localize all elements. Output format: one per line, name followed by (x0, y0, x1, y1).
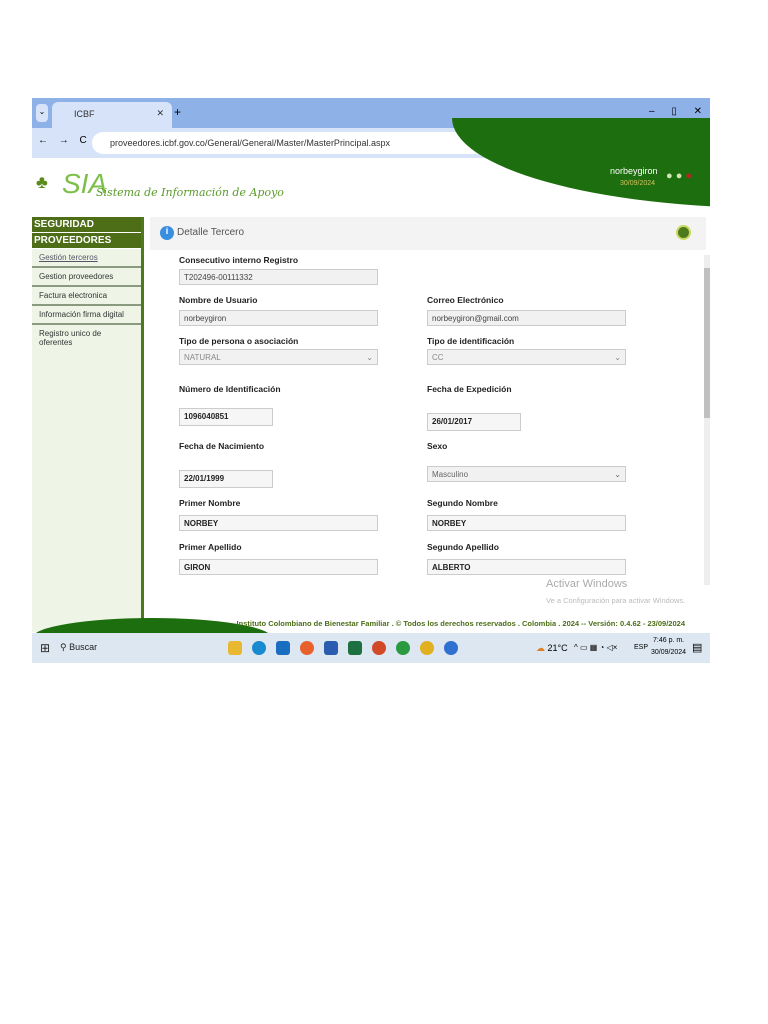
app-icon-chrome[interactable] (420, 641, 434, 655)
label-segundo-nombre: Segundo Nombre (427, 498, 498, 508)
sidebar-section-seguridad[interactable]: SEGURIDAD (32, 217, 141, 233)
back-icon[interactable] (676, 225, 691, 240)
sia-subtitle: Sistema de Información de Apoyo (96, 186, 284, 199)
language[interactable]: ESP (634, 644, 648, 651)
primer-apellido-field[interactable]: GIRON (179, 559, 378, 575)
icbf-logo: ♣ (36, 172, 48, 192)
segundo-apellido-field[interactable]: ALBERTO (427, 559, 626, 575)
tipo-id-select[interactable]: CC ⌄ (427, 349, 626, 365)
weather-temp: 21°C (547, 643, 568, 653)
clock-time[interactable]: 7:46 p. m. (653, 637, 684, 644)
watermark-subtitle: Ve a Configuración para activar Windows. (546, 596, 686, 605)
taskbar-search[interactable]: ⚲ Buscar (60, 642, 97, 653)
chevron-down-icon: ⌄ (614, 470, 621, 479)
new-tab-button[interactable]: + (174, 105, 181, 119)
watermark-title: Activar Windows (546, 578, 628, 590)
weather-icon: ☁ (536, 643, 548, 653)
app-icon-word[interactable] (324, 641, 338, 655)
header-date: 30/09/2024 (620, 180, 656, 187)
panel-title: Detalle Tercero (177, 227, 245, 238)
app-icon-whatsapp[interactable] (396, 641, 410, 655)
search-label: Buscar (69, 642, 98, 652)
label-fecha-exp: Fecha de Expedición (427, 384, 512, 394)
numero-id-field[interactable]: 1096040851 (179, 408, 273, 426)
consecutivo-field[interactable]: T202496-00111332 (179, 269, 378, 285)
sidebar: SEGURIDAD PROVEEDORES Gestión terceros G… (32, 217, 144, 632)
notification-icon[interactable]: ▤ (692, 641, 702, 654)
label-numero-id: Número de Identificación (179, 384, 281, 394)
sexo-select[interactable]: Masculino ⌄ (427, 466, 626, 482)
segundo-nombre-field[interactable]: NORBEY (427, 515, 626, 531)
label-tipo-persona: Tipo de persona o asociación (179, 336, 299, 346)
weather[interactable]: ☁ 21°C (536, 643, 568, 654)
windows-start-icon[interactable]: ⊞ (40, 641, 50, 655)
label-tipo-id: Tipo de identificación (427, 336, 515, 346)
screenshot: ⌄ ICBF ✕ + – ▯ ✕ ← → C proveedores.icbf.g… (32, 98, 710, 663)
main-panel: i Detalle Tercero Consecutivo interno Re… (150, 217, 706, 612)
fecha-nac-field[interactable]: 22/01/1999 (179, 470, 273, 488)
primer-nombre-field[interactable]: NORBEY (179, 515, 378, 531)
tab-title: ICBF (74, 109, 95, 119)
label-segundo-apellido: Segundo Apellido (427, 542, 499, 552)
app-icon-explorer[interactable] (228, 641, 242, 655)
sidebar-item-firma-digital[interactable]: Información firma digital (32, 306, 141, 325)
app-icon-firefox[interactable] (300, 641, 314, 655)
correo-field[interactable]: norbeygiron@gmail.com (427, 310, 626, 326)
sidebar-item-factura-electronica[interactable]: Factura electronica (32, 287, 141, 306)
label-consecutivo: Consecutivo interno Registro (179, 255, 299, 265)
tipo-persona-select[interactable]: NATURAL ⌄ (179, 349, 378, 365)
tab-icbf[interactable]: ICBF ✕ (52, 102, 172, 128)
label-primer-apellido: Primer Apellido (179, 542, 242, 552)
footer-text: Instituto Colombiano de Bienestar Famili… (236, 619, 685, 628)
taskbar: ⊞ ⚲ Buscar ☁ 21°C ^ ▭ ▦ ◔ ◁× ESP 7:46 p.… (32, 633, 710, 663)
label-fecha-nac: Fecha de Nacimiento (179, 441, 265, 451)
tipo-id-value: CC (432, 353, 444, 362)
sidebar-item-registro-oferentes[interactable]: Registro unico de oferentes (32, 325, 141, 351)
app-icon-powerpoint[interactable] (372, 641, 386, 655)
tray-icons[interactable]: ^ ▭ ▦ ◔ ◁× (574, 643, 617, 652)
search-icon: ⚲ (60, 642, 70, 652)
username: norbeygiron (610, 166, 658, 176)
chevron-down-icon: ⌄ (614, 353, 621, 362)
app-icon-excel[interactable] (348, 641, 362, 655)
tab-list-button[interactable]: ⌄ (36, 104, 48, 122)
scrollbar-thumb[interactable] (704, 268, 710, 418)
clock-date[interactable]: 30/09/2024 (651, 649, 686, 656)
close-tab-icon[interactable]: ✕ (156, 108, 164, 119)
header-action-icons[interactable]: ● ● ● (666, 170, 692, 182)
info-icon: i (160, 226, 174, 240)
window-controls[interactable]: – ▯ ✕ (649, 106, 702, 117)
sidebar-item-gestion-terceros[interactable]: Gestión terceros (32, 249, 141, 268)
app-icon-chrome-profile[interactable] (444, 641, 458, 655)
sidebar-section-proveedores[interactable]: PROVEEDORES (32, 233, 141, 249)
label-correo: Correo Electrónico (427, 295, 504, 305)
label-usuario: Nombre de Usuario (179, 295, 258, 305)
site-header: ♣ SIA Sistema de Información de Apoyo no… (32, 118, 710, 216)
header-swoosh (452, 118, 710, 208)
usuario-field[interactable]: norbeygiron (179, 310, 378, 326)
panel-header: i Detalle Tercero (150, 217, 706, 250)
nav-buttons[interactable]: ← → C (38, 135, 87, 146)
tipo-persona-value: NATURAL (184, 353, 221, 362)
sidebar-item-gestion-proveedores[interactable]: Gestion proveedores (32, 268, 141, 287)
label-primer-nombre: Primer Nombre (179, 498, 241, 508)
app-icon-mail[interactable] (276, 641, 290, 655)
chevron-down-icon: ⌄ (366, 353, 373, 362)
fecha-exp-field[interactable]: 26/01/2017 (427, 413, 521, 431)
app-icon-edge[interactable] (252, 641, 266, 655)
sexo-value: Masculino (432, 470, 469, 479)
label-sexo: Sexo (427, 441, 448, 451)
